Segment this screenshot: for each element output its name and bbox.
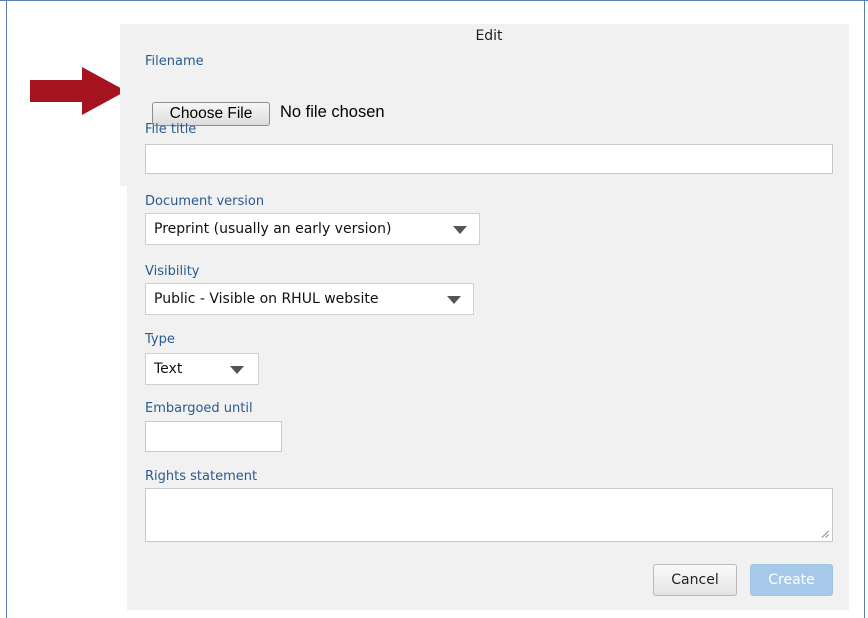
chevron-down-icon [453,226,467,234]
filename-label: Filename [145,54,204,69]
file-status-text: No file chosen [280,103,385,121]
document-version-value: Preprint (usually an early version) [154,221,392,237]
cancel-button[interactable]: Cancel [653,564,737,596]
embargoed-until-input[interactable] [145,421,282,452]
window-right-border [864,0,865,618]
visibility-select[interactable]: Public - Visible on RHUL website [145,283,474,315]
rights-statement-label: Rights statement [145,469,258,484]
type-select[interactable]: Text [145,353,259,385]
rights-statement-textarea[interactable] [145,488,833,542]
embargoed-until-label: Embargoed until [145,401,253,416]
create-button[interactable]: Create [750,564,833,596]
chevron-down-icon [230,366,244,374]
window-top-border [0,0,868,1]
window-left-border [6,0,7,618]
visibility-label: Visibility [145,264,200,279]
edit-dialog: Edit Filename Choose File No file chosen… [127,24,849,610]
file-title-label: File title [145,122,197,137]
visibility-value: Public - Visible on RHUL website [154,291,379,307]
chevron-down-icon [447,296,461,304]
type-label: Type [145,332,175,347]
document-version-select[interactable]: Preprint (usually an early version) [145,213,480,245]
type-value: Text [154,361,183,377]
red-arrow-icon [30,67,126,115]
document-version-label: Document version [145,194,265,209]
dialog-title: Edit [475,28,503,44]
resize-grip-icon[interactable] [821,530,829,538]
file-title-input[interactable] [145,144,833,174]
